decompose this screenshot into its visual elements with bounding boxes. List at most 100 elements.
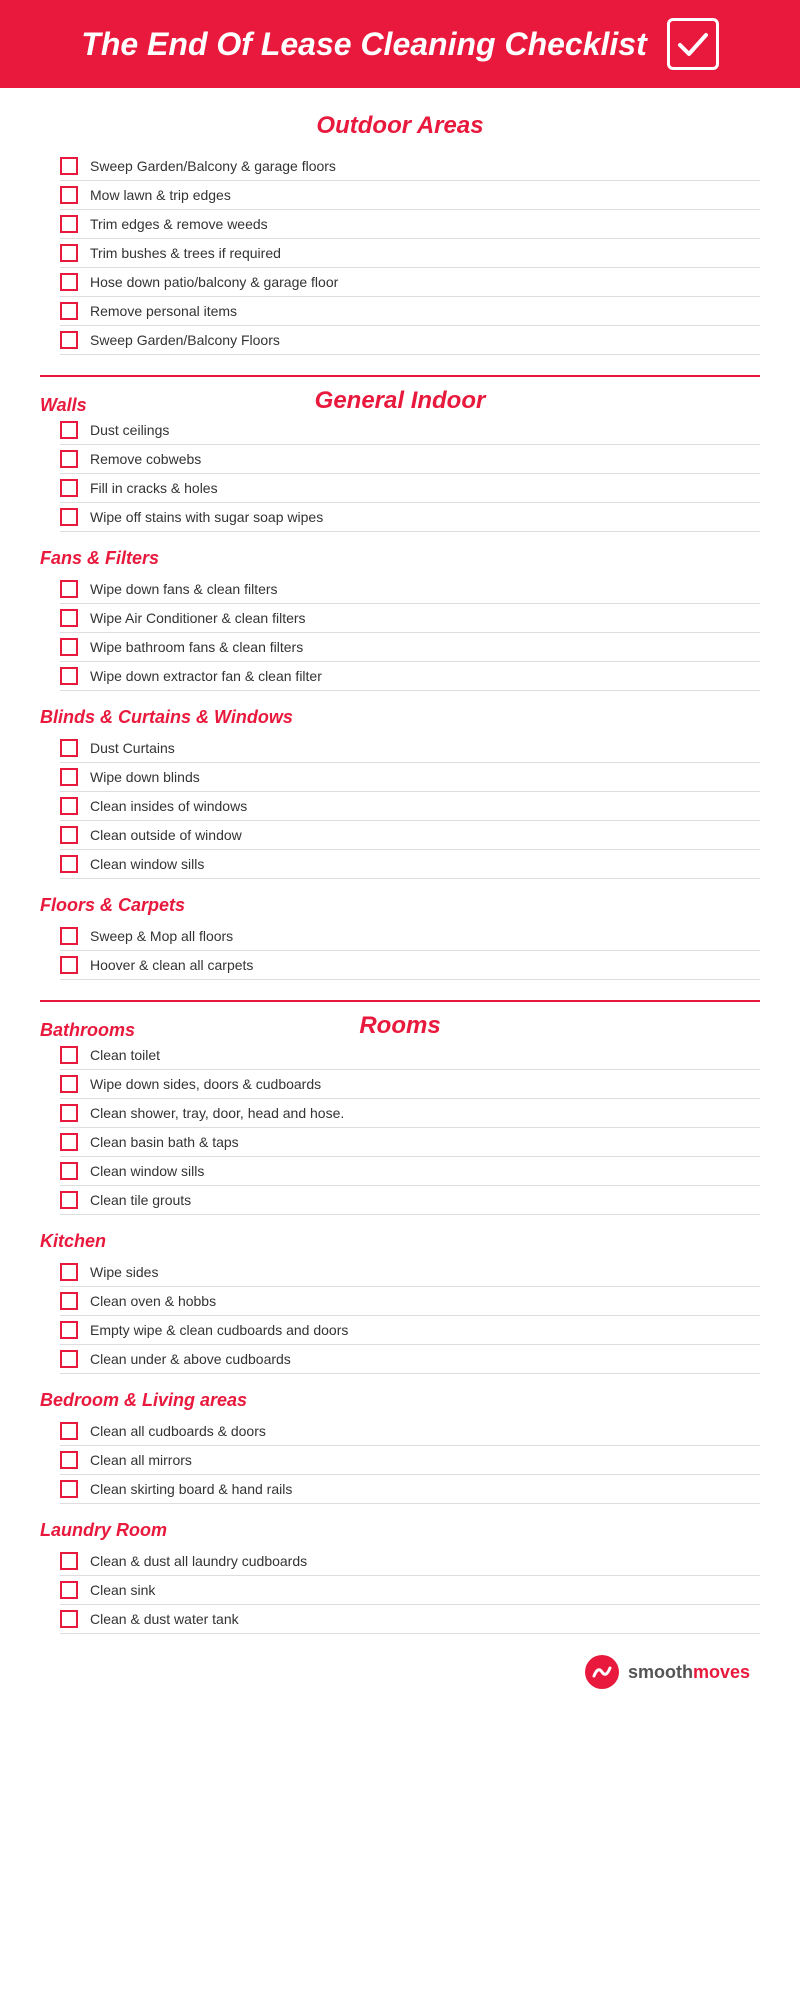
checkbox[interactable] bbox=[60, 1133, 78, 1151]
item-text: Clean insides of windows bbox=[90, 798, 247, 814]
checkbox[interactable] bbox=[60, 215, 78, 233]
item-text: Wipe Air Conditioner & clean filters bbox=[90, 610, 306, 626]
rooms-header-row: Bathrooms Rooms bbox=[40, 1012, 760, 1041]
checkbox[interactable] bbox=[60, 1581, 78, 1599]
checkbox[interactable] bbox=[60, 1552, 78, 1570]
checkbox[interactable] bbox=[60, 739, 78, 757]
checkbox[interactable] bbox=[60, 797, 78, 815]
list-item: Sweep Garden/Balcony Floors bbox=[60, 326, 760, 355]
item-text: Mow lawn & trip edges bbox=[90, 187, 231, 203]
list-item: Clean all cudboards & doors bbox=[60, 1417, 760, 1446]
list-item: Sweep & Mop all floors bbox=[60, 922, 760, 951]
checkbox[interactable] bbox=[60, 638, 78, 656]
checkbox[interactable] bbox=[60, 609, 78, 627]
item-text: Clean all mirrors bbox=[90, 1452, 192, 1468]
list-item: Mow lawn & trip edges bbox=[60, 181, 760, 210]
list-item: Trim edges & remove weeds bbox=[60, 210, 760, 239]
checkbox[interactable] bbox=[60, 479, 78, 497]
checkbox[interactable] bbox=[60, 508, 78, 526]
item-text: Trim edges & remove weeds bbox=[90, 216, 268, 232]
item-text: Wipe down extractor fan & clean filter bbox=[90, 668, 322, 684]
item-text: Hoover & clean all carpets bbox=[90, 957, 253, 973]
list-item: Wipe down blinds bbox=[60, 763, 760, 792]
list-item: Wipe down sides, doors & cudboards bbox=[60, 1070, 760, 1099]
list-item: Clean under & above cudboards bbox=[60, 1345, 760, 1374]
checkbox[interactable] bbox=[60, 186, 78, 204]
checkbox[interactable] bbox=[60, 667, 78, 685]
list-item: Clean & dust water tank bbox=[60, 1605, 760, 1634]
logo-area: smoothmoves bbox=[40, 1654, 760, 1690]
logo-text: smoothmoves bbox=[628, 1662, 750, 1683]
checkbox[interactable] bbox=[60, 1046, 78, 1064]
bathrooms-label: Bathrooms bbox=[40, 1020, 135, 1041]
checkbox[interactable] bbox=[60, 302, 78, 320]
checkbox[interactable] bbox=[60, 1451, 78, 1469]
item-text: Clean window sills bbox=[90, 1163, 204, 1179]
list-item: Clean all mirrors bbox=[60, 1446, 760, 1475]
item-text: Sweep & Mop all floors bbox=[90, 928, 233, 944]
blinds-checklist: Dust Curtains Wipe down blinds Clean ins… bbox=[40, 734, 760, 879]
list-item: Remove cobwebs bbox=[60, 445, 760, 474]
list-item: Wipe down fans & clean filters bbox=[60, 575, 760, 604]
kitchen-checklist: Wipe sides Clean oven & hobbs Empty wipe… bbox=[40, 1258, 760, 1374]
floors-checklist: Sweep & Mop all floors Hoover & clean al… bbox=[40, 922, 760, 980]
laundry-checklist: Clean & dust all laundry cudboards Clean… bbox=[40, 1547, 760, 1634]
checkbox[interactable] bbox=[60, 1104, 78, 1122]
list-item: Dust Curtains bbox=[60, 734, 760, 763]
checkbox[interactable] bbox=[60, 331, 78, 349]
item-text: Clean toilet bbox=[90, 1047, 160, 1063]
checkbox[interactable] bbox=[60, 1321, 78, 1339]
checkbox[interactable] bbox=[60, 1610, 78, 1628]
list-item: Fill in cracks & holes bbox=[60, 474, 760, 503]
item-text: Empty wipe & clean cudboards and doors bbox=[90, 1322, 348, 1338]
item-text: Clean & dust water tank bbox=[90, 1611, 239, 1627]
laundry-title: Laundry Room bbox=[40, 1520, 760, 1541]
checkbox[interactable] bbox=[60, 580, 78, 598]
page-title: The End Of Lease Cleaning Checklist bbox=[81, 26, 646, 63]
checkbox[interactable] bbox=[60, 244, 78, 262]
checkbox[interactable] bbox=[60, 273, 78, 291]
checkbox[interactable] bbox=[60, 450, 78, 468]
checkbox[interactable] bbox=[60, 1075, 78, 1093]
item-text: Dust Curtains bbox=[90, 740, 175, 756]
rooms-section-title: Rooms bbox=[359, 1012, 440, 1040]
checkbox[interactable] bbox=[60, 956, 78, 974]
list-item: Trim bushes & trees if required bbox=[60, 239, 760, 268]
floors-carpets-title: Floors & Carpets bbox=[40, 895, 760, 916]
list-item: Wipe sides bbox=[60, 1258, 760, 1287]
main-content: Outdoor Areas Sweep Garden/Balcony & gar… bbox=[0, 112, 800, 1720]
list-item: Clean & dust all laundry cudboards bbox=[60, 1547, 760, 1576]
list-item: Empty wipe & clean cudboards and doors bbox=[60, 1316, 760, 1345]
walls-label: Walls bbox=[40, 395, 87, 416]
list-item: Clean outside of window bbox=[60, 821, 760, 850]
checkbox[interactable] bbox=[60, 1350, 78, 1368]
item-text: Wipe down blinds bbox=[90, 769, 200, 785]
list-item: Clean oven & hobbs bbox=[60, 1287, 760, 1316]
item-text: Sweep Garden/Balcony & garage floors bbox=[90, 158, 336, 174]
item-text: Wipe down fans & clean filters bbox=[90, 581, 278, 597]
item-text: Clean & dust all laundry cudboards bbox=[90, 1553, 307, 1569]
checkbox[interactable] bbox=[60, 1191, 78, 1209]
section-divider-1 bbox=[40, 375, 760, 377]
item-text: Wipe bathroom fans & clean filters bbox=[90, 639, 303, 655]
checkbox[interactable] bbox=[60, 157, 78, 175]
checkbox[interactable] bbox=[60, 1422, 78, 1440]
list-item: Wipe bathroom fans & clean filters bbox=[60, 633, 760, 662]
checkbox[interactable] bbox=[60, 855, 78, 873]
bedroom-living-title: Bedroom & Living areas bbox=[40, 1390, 760, 1411]
list-item: Clean sink bbox=[60, 1576, 760, 1605]
checkbox[interactable] bbox=[60, 768, 78, 786]
checkbox[interactable] bbox=[60, 1292, 78, 1310]
checkbox[interactable] bbox=[60, 1263, 78, 1281]
item-text: Dust ceilings bbox=[90, 422, 169, 438]
list-item: Remove personal items bbox=[60, 297, 760, 326]
item-text: Clean all cudboards & doors bbox=[90, 1423, 266, 1439]
list-item: Clean tile grouts bbox=[60, 1186, 760, 1215]
checkbox[interactable] bbox=[60, 1480, 78, 1498]
checkbox[interactable] bbox=[60, 826, 78, 844]
fans-filters-title: Fans & Filters bbox=[40, 548, 760, 569]
checkbox[interactable] bbox=[60, 1162, 78, 1180]
checkmark-icon bbox=[667, 18, 719, 70]
checkbox[interactable] bbox=[60, 927, 78, 945]
checkbox[interactable] bbox=[60, 421, 78, 439]
